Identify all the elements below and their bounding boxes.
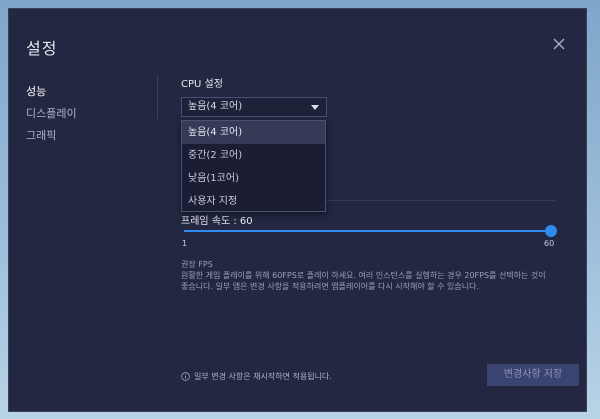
fps-slider[interactable] — [184, 225, 557, 237]
fps-slider-thumb[interactable] — [545, 225, 557, 237]
restart-note-text: 일부 변경 사항은 재시작하면 적용됩니다. — [194, 372, 332, 381]
cpu-option-low[interactable]: 낮음(1코어) — [182, 167, 325, 190]
fps-min-label: 1 — [182, 239, 188, 248]
info-icon — [181, 372, 190, 381]
fps-max-label: 60 — [544, 239, 555, 248]
settings-dialog: 설정 성능 디스플레이 그래픽 CPU 설정 높음(4 코어) 프레임 속도 :… — [8, 8, 587, 412]
cpu-option-high[interactable]: 높음(4 코어) — [182, 121, 325, 144]
cpu-dropdown-menu: 높음(4 코어) 중간(2 코어) 낮음(1코어) 사용자 지정 — [181, 120, 326, 212]
close-icon[interactable] — [551, 36, 567, 52]
cpu-option-custom[interactable]: 사용자 지정 — [182, 190, 325, 213]
recommend-description: 원활한 게임 플레이를 위해 60FPS로 플레이 하세요. 여러 인스턴스를 … — [181, 271, 546, 291]
sidebar-item-graphics[interactable]: 그래픽 — [26, 125, 77, 147]
save-changes-button[interactable]: 변경사항 저장 — [487, 364, 579, 386]
sidebar-divider — [157, 75, 158, 119]
chevron-down-icon — [311, 105, 319, 110]
sidebar-item-performance[interactable]: 성능 — [26, 81, 77, 103]
cpu-select-value: 높음(4 코어) — [188, 101, 243, 112]
sidebar-item-display[interactable]: 디스플레이 — [26, 103, 77, 125]
cpu-option-medium[interactable]: 중간(2 코어) — [182, 144, 325, 167]
fps-label: 프레임 속도 : 60 — [181, 216, 253, 227]
cpu-select[interactable]: 높음(4 코어) — [181, 97, 327, 117]
sidebar-nav: 성능 디스플레이 그래픽 — [26, 81, 77, 147]
dialog-title: 설정 — [26, 39, 58, 58]
restart-note: 일부 변경 사항은 재시작하면 적용됩니다. — [181, 371, 332, 382]
fps-slider-fill — [184, 230, 551, 232]
cpu-section-title: CPU 설정 — [181, 79, 223, 90]
recommend-title: 권장 FPS — [181, 260, 213, 269]
